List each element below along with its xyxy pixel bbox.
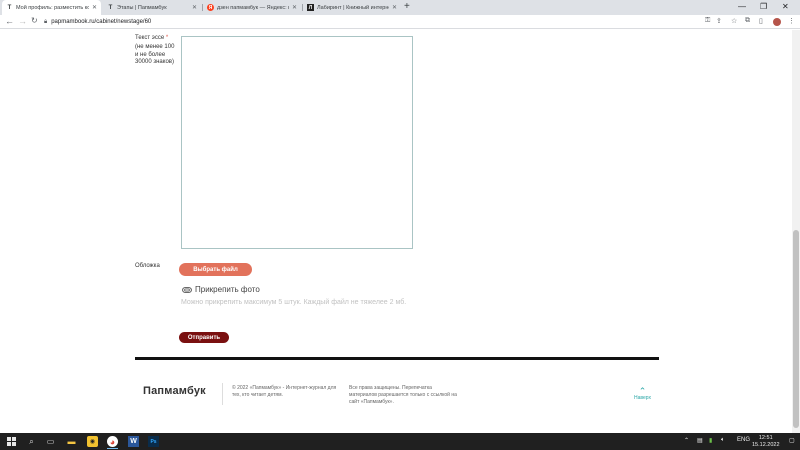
attach-photo-link[interactable]: Прикрепить фото [182,285,260,294]
paperclip-icon [182,286,192,293]
browser-tab-strip: Т Мой профиль: разместить конкурс ✕ Т Эт… [0,0,800,15]
cover-label: Обложка [135,263,160,269]
chrome-icon[interactable]: ◕ [107,436,118,447]
reload-icon[interactable]: ↻ [31,16,38,25]
extensions-icon[interactable]: ⧉ [745,17,750,25]
tab-my-profile[interactable]: Т Мой профиль: разместить конкурс ✕ [2,0,101,15]
essay-label-text: Текст эссе [135,35,165,41]
new-tab-icon[interactable]: + [404,1,410,12]
tab-title: Лабиринт | Книжный интернет-магазин [317,4,389,11]
forward-icon[interactable]: → [18,16,27,26]
tab-title: дзен папмамбук — Яндекс: нашлось [217,4,289,11]
file-explorer-icon[interactable]: ▬ [66,436,77,447]
sidebar-icon[interactable]: ▯ [759,17,763,25]
submit-button[interactable]: Отправить [179,332,229,343]
close-icon[interactable]: ✕ [192,4,197,11]
tab-title: Мой профиль: разместить конкурс [16,4,89,11]
windows-taskbar: ⌕ ▭ ▬ ◉ ◕ W Ps ⌃ ▤ ▮ 🔈︎ ENG 12:51 15.12.… [0,433,800,450]
essay-length-hint: (не менее 100 и не более 30000 знаков) [135,44,175,65]
restore-icon[interactable]: ❐ [760,2,767,11]
papmambook-favicon-icon: Т [108,4,113,11]
star-icon[interactable]: ☆ [731,17,737,25]
menu-icon[interactable]: ⋮ [788,17,795,25]
footer-copyright: © 2022 «Папмамбук» - Интернет-журнал для… [232,385,337,398]
lock-icon[interactable]: 🔒︎ [44,19,47,26]
chevron-up-icon: ⌃ [638,386,647,396]
footer-logo[interactable]: Папмамбук [143,385,206,397]
labirint-favicon-icon: Л [307,4,314,11]
active-app-indicator [107,448,118,449]
back-icon[interactable]: ← [5,16,14,26]
tab-yandex-search[interactable]: Я дзен папмамбук — Яндекс: нашлось ✕ [203,0,301,15]
network-icon[interactable]: ▤ [697,437,703,444]
tab-title: Этапы | Папмамбук [117,4,167,11]
tab-labirint[interactable]: Л Лабиринт | Книжный интернет-магазин ✕ [303,0,401,15]
browser-toolbar: ← → ↻ 🔒︎ papmambook.ru/cabinet/newstage/… [0,15,800,29]
back-to-top-link[interactable]: ⌃ Наверх [634,386,651,402]
share-icon[interactable]: ⇪ [716,17,722,25]
essay-label: Текст эссе * [135,35,177,42]
url-text: papmambook.ru/cabinet/newstage/60 [51,19,152,25]
page-scrollbar[interactable] [792,30,800,433]
language-indicator[interactable]: ENG [737,437,750,443]
photoshop-icon[interactable]: Ps [148,436,159,447]
yandex-favicon-icon: Я [207,4,214,11]
minimize-icon[interactable]: — [738,2,746,11]
footer-vertical-divider [222,383,223,405]
footer-divider-line [135,357,659,360]
volume-icon[interactable]: 🔈︎ [721,437,725,444]
attach-hint: Можно прикрепить максимум 5 штук. Каждый… [181,299,407,306]
papmambook-favicon-icon: Т [7,4,12,11]
page-content: Текст эссе * (не менее 100 и не более 30… [0,30,792,433]
address-bar[interactable]: 🔒︎ papmambook.ru/cabinet/newstage/60 [44,17,699,27]
windows-start-icon[interactable] [7,437,16,446]
tab-stages[interactable]: Т Этапы | Папмамбук ✕ [103,0,201,15]
task-view-icon[interactable]: ▭ [45,436,56,447]
close-icon[interactable]: ✕ [92,4,97,11]
chevron-up-icon[interactable]: ⌃ [684,437,689,444]
essay-textarea[interactable] [181,36,413,249]
key-icon[interactable]: ⚿ [705,17,710,25]
close-icon[interactable]: ✕ [392,4,397,11]
notifications-icon[interactable]: ▢ [789,437,795,444]
back-to-top-label: Наверх [634,395,651,401]
avatar[interactable] [773,18,781,26]
battery-icon[interactable]: ▮ [709,437,712,444]
clock-date: 15.12.2022 [752,442,780,448]
close-icon[interactable]: ✕ [292,4,297,11]
scrollbar-thumb[interactable] [793,230,799,428]
search-icon[interactable]: ⌕ [26,436,37,447]
attach-photo-label: Прикрепить фото [195,285,260,294]
required-mark: * [165,35,169,41]
app-icon[interactable]: ◉ [87,436,98,447]
close-window-icon[interactable]: ✕ [782,2,789,11]
choose-file-button[interactable]: Выбрать файл [179,263,252,276]
word-icon[interactable]: W [128,436,139,447]
footer-rights: Все права защищены. Перепечатка материал… [349,385,457,405]
taskbar-clock[interactable]: 12:51 15.12.2022 [752,435,780,449]
clock-time: 12:51 [758,435,773,441]
